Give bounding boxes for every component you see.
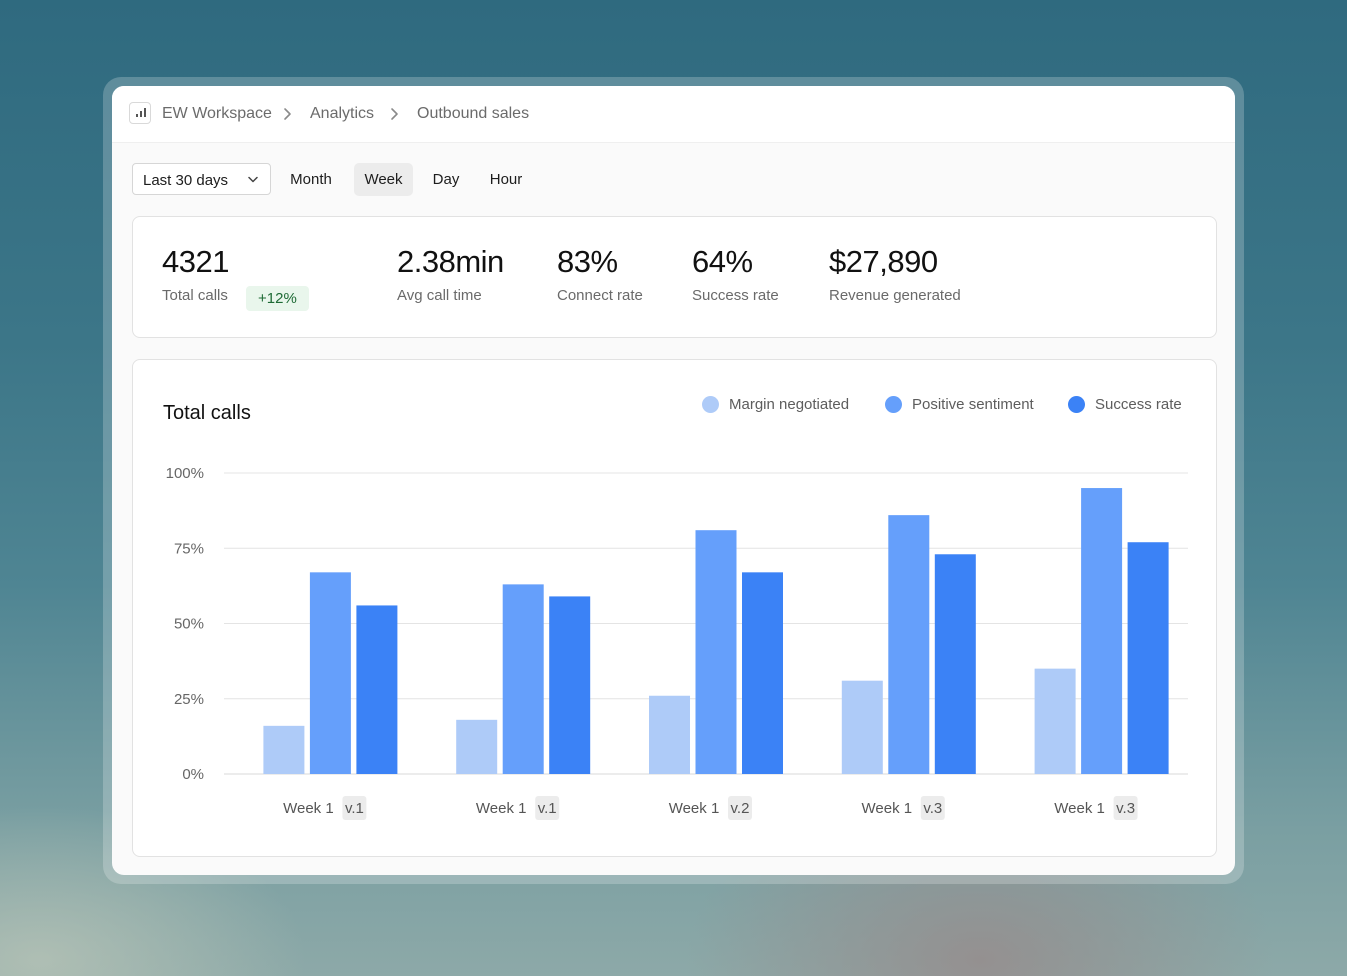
tab-week[interactable]: Week <box>354 163 413 196</box>
version-tag: v.1 <box>345 800 364 817</box>
y-tick-label: 75% <box>174 540 204 557</box>
bar <box>842 681 883 774</box>
breadcrumb-analytics[interactable]: Analytics <box>310 105 374 123</box>
bar <box>649 696 690 774</box>
x-tick-label: Week 1 <box>1054 800 1105 817</box>
bar <box>310 572 351 774</box>
stat-label: Success rate <box>692 287 779 304</box>
x-tick-label: Week 1 <box>283 800 334 817</box>
stat-value: 83% <box>557 245 643 279</box>
tab-day[interactable]: Day <box>425 163 467 196</box>
y-tick-label: 50% <box>174 616 204 633</box>
version-tag: v.1 <box>538 800 557 817</box>
tab-month[interactable]: Month <box>280 163 342 196</box>
bar-chart-icon <box>129 102 151 124</box>
x-tick-label: Week 1 <box>476 800 527 817</box>
bar <box>503 584 544 774</box>
stat-label: Avg call time <box>397 287 504 304</box>
bar <box>263 726 304 774</box>
bar <box>696 530 737 774</box>
stat-success-rate: 64% Success rate <box>692 245 779 304</box>
y-tick-label: 100% <box>166 465 204 482</box>
breadcrumb-bar: EW Workspace Analytics Outbound sales <box>112 86 1235 143</box>
date-range-value: Last 30 days <box>143 172 228 189</box>
version-tag: v.3 <box>923 800 942 817</box>
chevron-down-icon <box>248 176 258 183</box>
stat-total-calls: 4321 Total calls +12% <box>162 245 229 304</box>
bar <box>935 554 976 774</box>
stat-value: 4321 <box>162 245 229 279</box>
stat-label: Revenue generated <box>829 287 961 304</box>
version-tag: v.2 <box>731 800 750 817</box>
delta-badge: +12% <box>246 286 309 311</box>
y-tick-label: 0% <box>182 766 204 783</box>
stat-value: 2.38min <box>397 245 504 279</box>
chevron-right-icon <box>389 105 401 123</box>
stat-value: 64% <box>692 245 779 279</box>
tab-hour[interactable]: Hour <box>480 163 532 196</box>
y-tick-label: 25% <box>174 691 204 708</box>
stat-label: Total calls <box>162 287 229 304</box>
bar-chart: 0% 25% 50% 75% 100% Week 1 v.1 Week 1 v.1 Week 1 v… <box>133 360 1216 856</box>
chart-card: Total calls Margin negotiated Positive s… <box>132 359 1217 857</box>
breadcrumb-outbound-sales[interactable]: Outbound sales <box>417 105 529 123</box>
kpi-summary: 4321 Total calls +12% 2.38min Avg call t… <box>132 216 1217 338</box>
breadcrumb-workspace[interactable]: EW Workspace <box>162 105 272 123</box>
bar <box>1128 542 1169 774</box>
stat-avg-call-time: 2.38min Avg call time <box>397 245 504 304</box>
stat-revenue: $27,890 Revenue generated <box>829 245 961 304</box>
bar <box>356 605 397 774</box>
chevron-right-icon <box>282 105 294 123</box>
x-tick-label: Week 1 <box>669 800 720 817</box>
x-tick-label: Week 1 <box>862 800 913 817</box>
bar <box>1081 488 1122 774</box>
bar <box>549 596 590 774</box>
version-tag: v.3 <box>1116 800 1135 817</box>
app-window: EW Workspace Analytics Outbound sales La… <box>112 86 1235 875</box>
bar <box>1035 669 1076 774</box>
stat-value: $27,890 <box>829 245 961 279</box>
bar <box>456 720 497 774</box>
stat-connect-rate: 83% Connect rate <box>557 245 643 304</box>
stat-label: Connect rate <box>557 287 643 304</box>
date-range-select[interactable]: Last 30 days <box>132 163 271 195</box>
bar <box>888 515 929 774</box>
bar <box>742 572 783 774</box>
